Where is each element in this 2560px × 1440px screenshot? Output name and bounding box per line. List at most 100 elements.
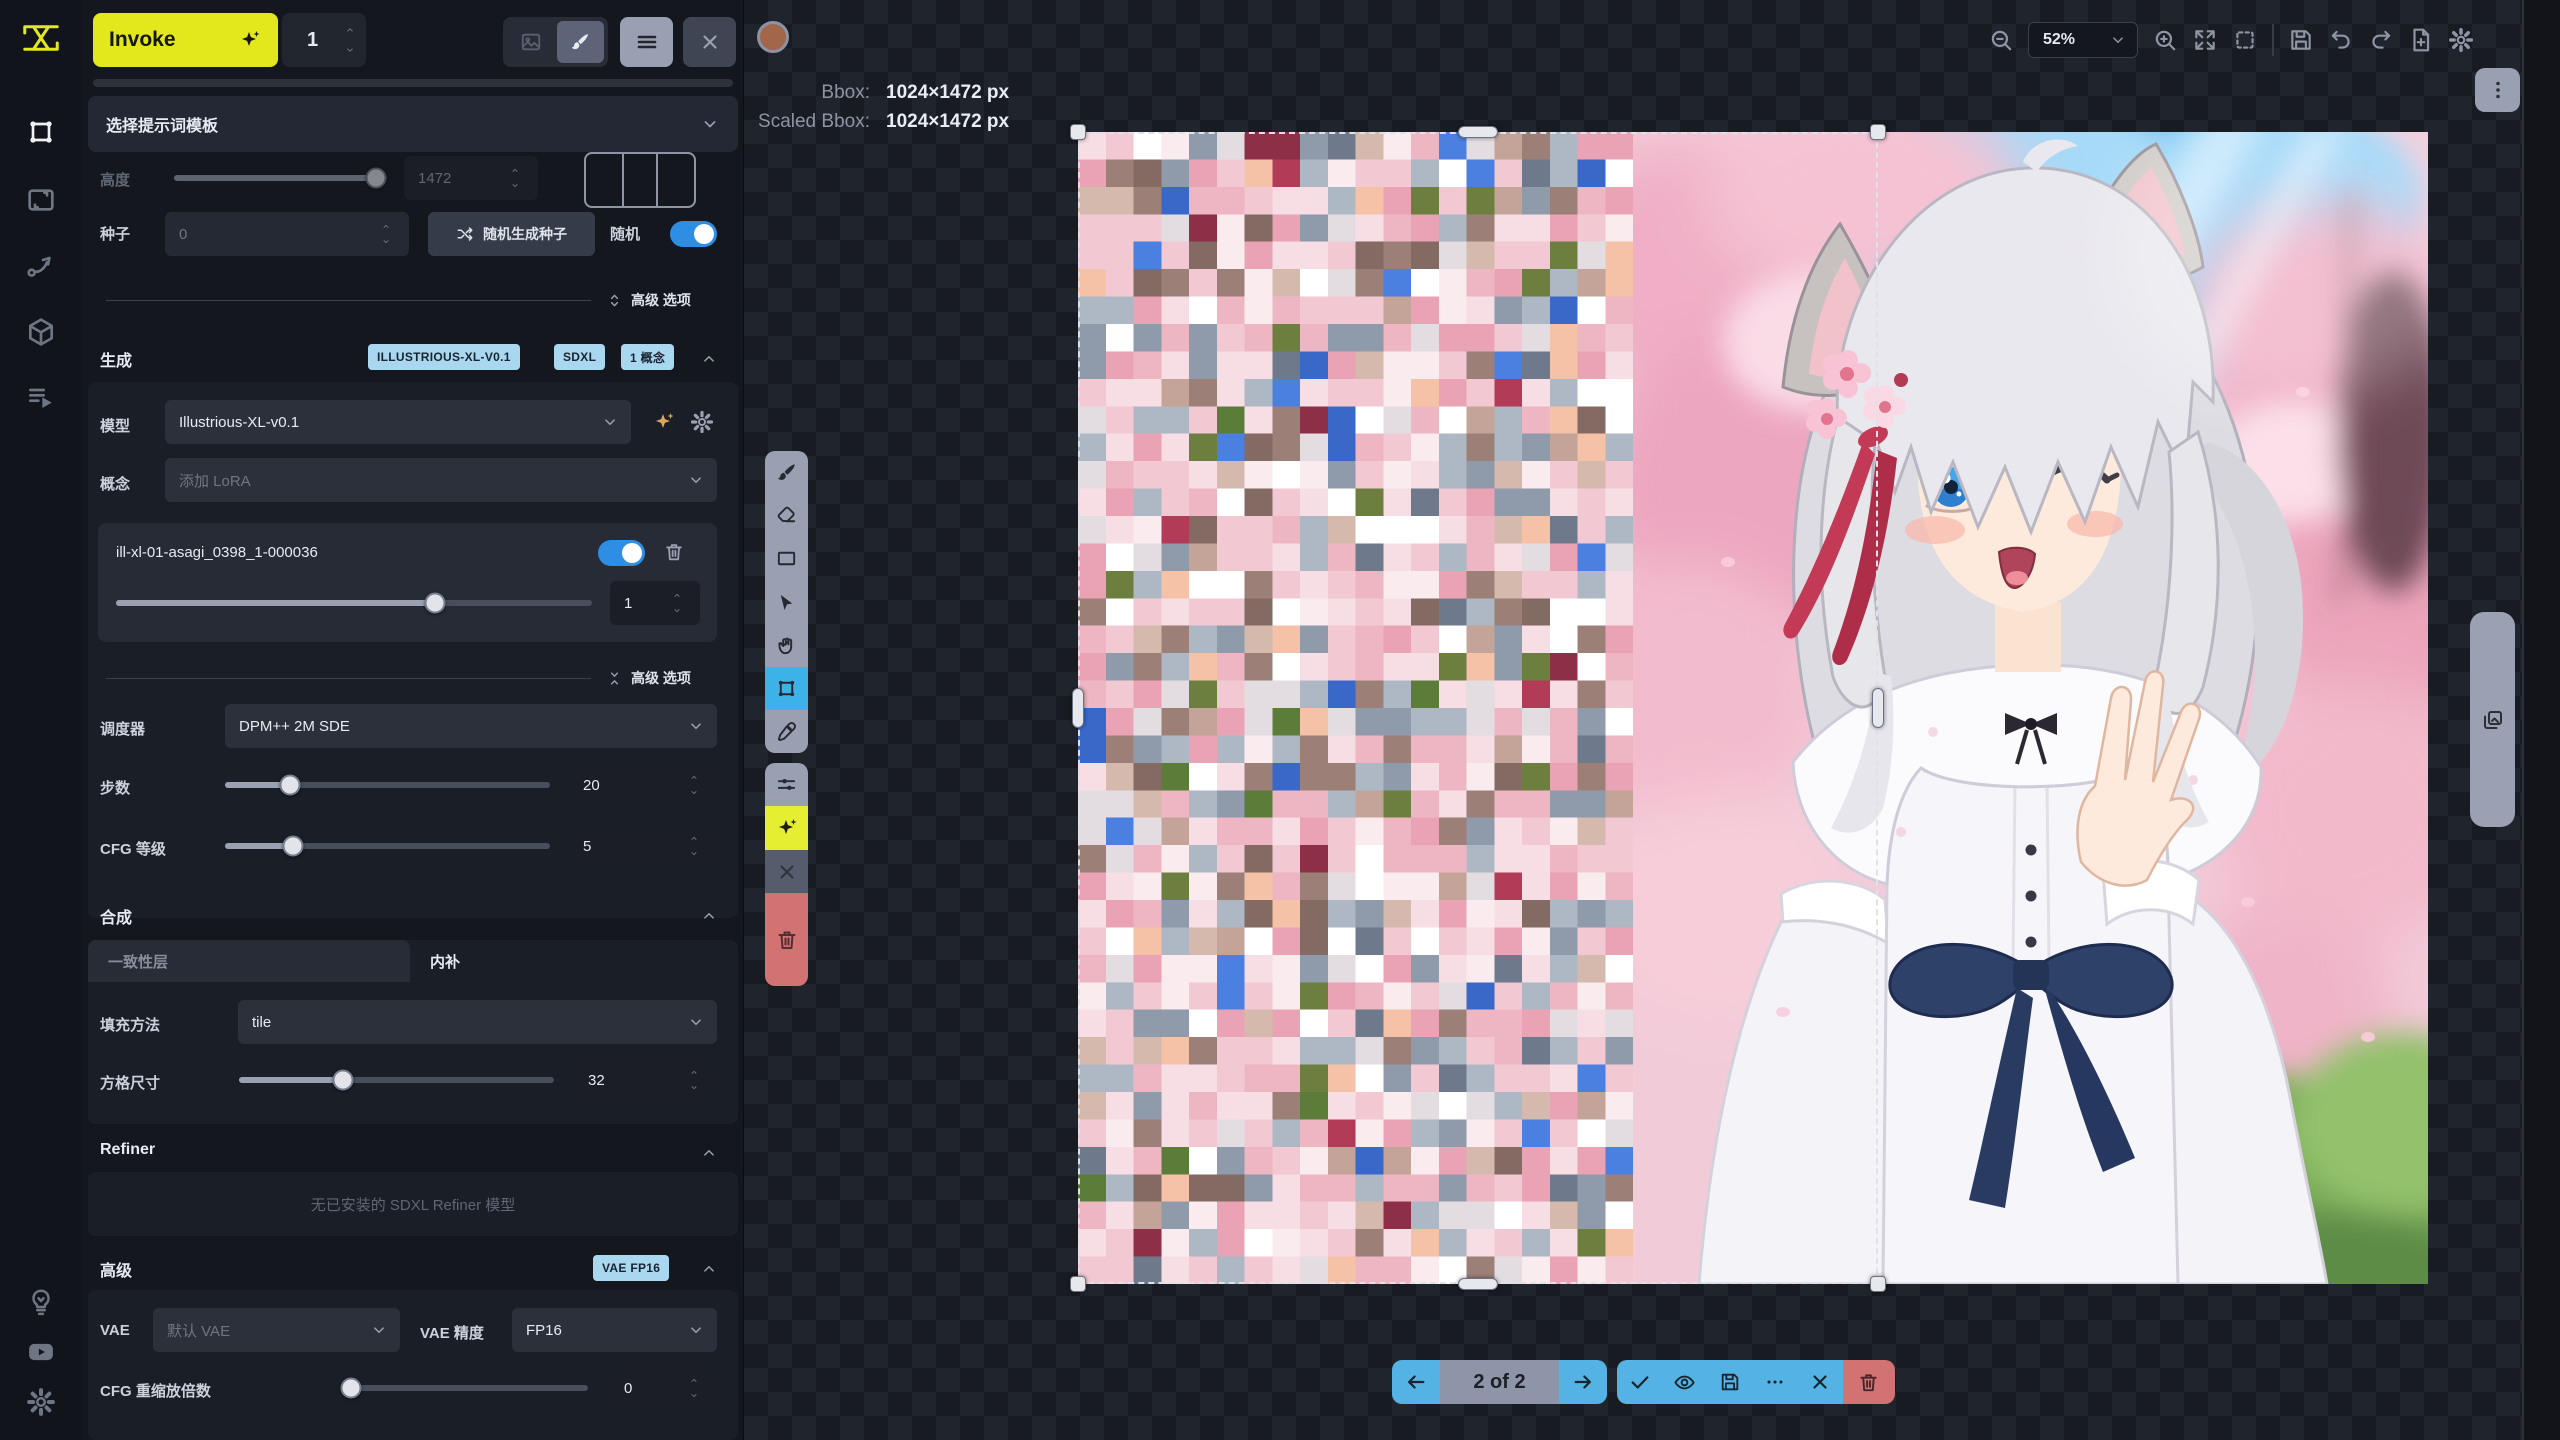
lora-weight-slider[interactable] bbox=[116, 600, 592, 606]
collapse-section-icon[interactable] bbox=[700, 907, 718, 925]
prompt-template-select[interactable]: 选择提示词模板 bbox=[88, 96, 738, 152]
chevron-down-icon[interactable] bbox=[380, 237, 392, 246]
zoom-out-icon[interactable] bbox=[1988, 27, 2014, 53]
collapse-section-icon[interactable] bbox=[700, 350, 718, 368]
fit-bbox-icon[interactable] bbox=[2232, 27, 2258, 53]
settings-button[interactable] bbox=[21, 1382, 61, 1422]
bbox-handle-left[interactable] bbox=[1072, 688, 1084, 728]
pan-tool-button[interactable] bbox=[765, 624, 808, 667]
model-default-settings-icon[interactable] bbox=[652, 410, 676, 434]
tab-canvas[interactable] bbox=[21, 112, 61, 152]
chevron-down-icon[interactable] bbox=[688, 1083, 700, 1092]
chevron-down-icon[interactable] bbox=[688, 849, 700, 858]
bbox-handle-top[interactable] bbox=[1458, 126, 1498, 138]
fit-to-view-icon[interactable] bbox=[2192, 27, 2218, 53]
cfg-input[interactable]: 5 bbox=[569, 824, 717, 868]
cfg-rescale-slider[interactable] bbox=[341, 1385, 588, 1391]
undo-icon[interactable] bbox=[2328, 27, 2354, 53]
canvas-menu-button[interactable] bbox=[2475, 68, 2520, 112]
help-button[interactable] bbox=[21, 1282, 61, 1322]
next-result-button[interactable] bbox=[1559, 1360, 1607, 1404]
colorpicker-tool-button[interactable] bbox=[765, 710, 808, 753]
cancel-button[interactable] bbox=[765, 850, 808, 893]
new-session-icon[interactable] bbox=[2408, 27, 2434, 53]
scheduler-select[interactable]: DPM++ 2M SDE bbox=[225, 704, 717, 748]
chevron-up-icon[interactable] bbox=[509, 166, 521, 175]
rect-tool-button[interactable] bbox=[765, 537, 808, 580]
cfg-rescale-input[interactable]: 0 bbox=[610, 1366, 717, 1410]
invoke-button[interactable]: Invoke bbox=[93, 13, 278, 67]
panel-menu-button[interactable] bbox=[620, 17, 673, 67]
tile-size-input[interactable]: 32 bbox=[574, 1058, 717, 1102]
chevron-up-icon[interactable] bbox=[688, 773, 700, 782]
model-select[interactable]: Illustrious-XL-v0.1 bbox=[165, 400, 631, 444]
bbox-tool-button[interactable] bbox=[765, 667, 808, 710]
vae-precision-select[interactable]: FP16 bbox=[512, 1308, 717, 1352]
move-tool-button[interactable] bbox=[765, 581, 808, 624]
discard-result-button[interactable] bbox=[1798, 1360, 1843, 1404]
lora-enabled-toggle[interactable] bbox=[598, 540, 645, 566]
bbox-handle-right[interactable] bbox=[1872, 688, 1884, 728]
seed-input[interactable]: 0 bbox=[165, 212, 409, 256]
brush-tool-button[interactable] bbox=[765, 451, 808, 494]
active-color-swatch[interactable] bbox=[757, 21, 789, 53]
canvas-editor-toggle[interactable] bbox=[557, 21, 605, 63]
accept-result-button[interactable] bbox=[1617, 1360, 1662, 1404]
generation-bbox[interactable] bbox=[1078, 132, 1878, 1284]
toggle-preview-button[interactable] bbox=[1662, 1360, 1707, 1404]
bbox-handle-bottom-left[interactable] bbox=[1070, 1276, 1086, 1292]
youtube-button[interactable] bbox=[21, 1332, 61, 1372]
tab-coherence[interactable]: 一致性层 bbox=[88, 940, 410, 982]
collapse-section-icon[interactable] bbox=[700, 1144, 718, 1162]
chevron-down-icon[interactable] bbox=[343, 45, 357, 55]
chevron-up-icon[interactable] bbox=[343, 25, 357, 35]
height-slider[interactable] bbox=[174, 175, 387, 181]
chevron-down-icon[interactable] bbox=[509, 181, 521, 190]
tab-models[interactable] bbox=[21, 312, 61, 352]
zoom-in-icon[interactable] bbox=[2152, 27, 2178, 53]
randomize-seed-button[interactable]: 随机生成种子 bbox=[428, 212, 595, 256]
more-actions-button[interactable] bbox=[1753, 1360, 1798, 1404]
chevron-down-icon[interactable] bbox=[688, 788, 700, 797]
save-canvas-icon[interactable] bbox=[2288, 27, 2314, 53]
filters-button[interactable] bbox=[765, 763, 808, 806]
chevron-up-icon[interactable] bbox=[380, 222, 392, 231]
canvas-settings-gear-icon[interactable] bbox=[2448, 27, 2474, 53]
generate-sparkle-button[interactable] bbox=[765, 806, 808, 850]
bbox-handle-bottom[interactable] bbox=[1458, 1278, 1498, 1290]
prev-result-button[interactable] bbox=[1392, 1360, 1440, 1404]
advanced-options-toggle[interactable]: 高级 选项 bbox=[606, 668, 691, 688]
lora-trash-icon[interactable] bbox=[663, 541, 685, 563]
chevron-up-icon[interactable] bbox=[688, 834, 700, 843]
model-settings-gear-icon[interactable] bbox=[690, 410, 714, 434]
steps-slider[interactable] bbox=[225, 782, 550, 788]
collapse-section-icon[interactable] bbox=[700, 1260, 718, 1278]
tab-upscaling[interactable] bbox=[21, 180, 61, 220]
discard-all-button[interactable] bbox=[1843, 1360, 1895, 1404]
chevron-up-icon[interactable] bbox=[688, 1376, 700, 1385]
height-input[interactable]: 1472 bbox=[404, 156, 538, 200]
tab-inpaint[interactable]: 内补 bbox=[430, 940, 460, 982]
chevron-up-icon[interactable] bbox=[671, 591, 683, 600]
chevron-down-icon[interactable] bbox=[671, 606, 683, 615]
bbox-handle-top-left[interactable] bbox=[1070, 124, 1086, 140]
bbox-handle-bottom-right[interactable] bbox=[1870, 1276, 1886, 1292]
zoom-level-select[interactable]: 52% bbox=[2028, 22, 2138, 58]
gallery-panel-toggle[interactable] bbox=[2470, 612, 2515, 827]
tab-queue[interactable] bbox=[21, 378, 61, 418]
tile-size-slider[interactable] bbox=[239, 1077, 554, 1083]
delete-layer-button[interactable] bbox=[765, 893, 808, 986]
panel-close-button[interactable] bbox=[683, 17, 736, 67]
steps-input[interactable]: 20 bbox=[569, 763, 717, 807]
vae-select[interactable]: 默认 VAE bbox=[153, 1308, 400, 1352]
advanced-options-toggle[interactable]: 高级 选项 bbox=[606, 290, 691, 310]
infill-method-select[interactable]: tile bbox=[238, 1000, 717, 1044]
add-lora-select[interactable]: 添加 LoRA bbox=[165, 458, 717, 502]
chevron-down-icon[interactable] bbox=[688, 1391, 700, 1400]
redo-icon[interactable] bbox=[2368, 27, 2394, 53]
tab-workflows[interactable] bbox=[21, 246, 61, 286]
cfg-slider[interactable] bbox=[225, 843, 550, 849]
random-seed-toggle[interactable] bbox=[670, 221, 717, 247]
eraser-tool-button[interactable] bbox=[765, 494, 808, 537]
bbox-handle-top-right[interactable] bbox=[1870, 124, 1886, 140]
